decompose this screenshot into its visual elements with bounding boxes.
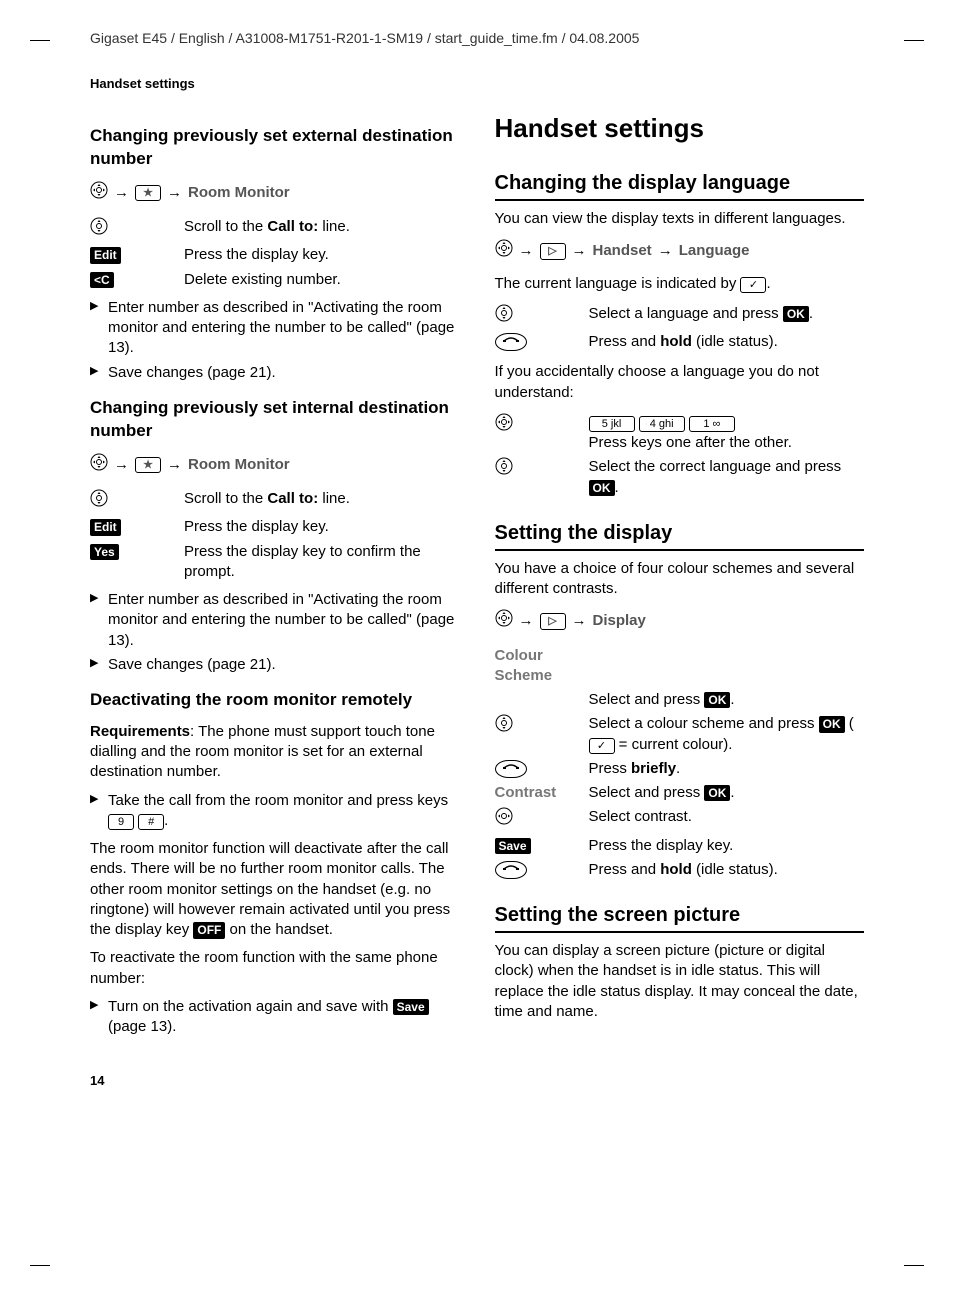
nav-wheel-icon bbox=[90, 489, 108, 513]
right-column: Handset settings Changing the display la… bbox=[495, 111, 865, 1043]
nav-wheel-icon bbox=[495, 239, 513, 263]
paragraph: Requirements: The phone must support tou… bbox=[90, 722, 460, 783]
instruction-table: Select a language and press OK. Press an… bbox=[495, 302, 819, 355]
clear-key: <C bbox=[90, 272, 114, 288]
star-box-icon: ★ bbox=[135, 185, 161, 201]
arrow-icon: → bbox=[658, 241, 673, 261]
heading-screen-picture: Setting the screen picture bbox=[495, 902, 865, 933]
arrow-icon: → bbox=[114, 455, 129, 475]
star-box-icon: ★ bbox=[135, 457, 161, 473]
menu-box-icon: ▷ bbox=[540, 243, 566, 259]
bullet-list: Enter number as described in "Activating… bbox=[90, 590, 460, 675]
running-head: Handset settings bbox=[70, 76, 884, 91]
crop-mark bbox=[30, 40, 50, 42]
hangup-icon bbox=[495, 760, 527, 778]
nav-wheel-icon bbox=[90, 217, 108, 241]
nav-wheel-icon bbox=[495, 457, 513, 481]
off-key: OFF bbox=[193, 922, 225, 938]
page-title: Handset settings bbox=[495, 111, 865, 146]
heading-display: Setting the display bbox=[495, 520, 865, 551]
columns: Changing previously set external destina… bbox=[70, 111, 884, 1043]
hangup-icon bbox=[495, 333, 527, 351]
nav-path: → ★ → Room Monitor bbox=[90, 453, 460, 477]
check-box-icon: ✓ bbox=[740, 277, 766, 293]
nav-wheel-icon bbox=[495, 413, 513, 437]
list-item: Enter number as described in "Activating… bbox=[90, 298, 460, 359]
menu-box-icon: ▷ bbox=[540, 613, 566, 629]
ok-key: OK bbox=[819, 716, 845, 732]
heading-ext-dest: Changing previously set external destina… bbox=[90, 125, 460, 171]
list-item: Enter number as described in "Activating… bbox=[90, 590, 460, 651]
ok-key: OK bbox=[704, 692, 730, 708]
ok-key: OK bbox=[589, 480, 615, 496]
nav-wheel-icon bbox=[495, 807, 513, 831]
paragraph: You can display a screen picture (pictur… bbox=[495, 941, 865, 1022]
list-item: Turn on the activation again and save wi… bbox=[90, 997, 460, 1038]
instruction-table: 5 jkl 4 ghi 1 ∞ Press keys one after the… bbox=[495, 411, 865, 500]
save-key: Save bbox=[393, 999, 429, 1015]
list-item: Take the call from the room monitor and … bbox=[90, 791, 460, 832]
page-number: 14 bbox=[70, 1073, 884, 1088]
arrow-icon: → bbox=[519, 611, 534, 631]
nav-path-item: Room Monitor bbox=[188, 455, 290, 475]
arrow-icon: → bbox=[167, 455, 182, 475]
yes-key: Yes bbox=[90, 544, 119, 560]
nav-path: → ▷ → Display bbox=[495, 609, 865, 633]
colour-scheme-label: Colour Scheme bbox=[495, 644, 589, 689]
crop-mark bbox=[904, 1265, 924, 1267]
nav-wheel-icon bbox=[90, 453, 108, 477]
arrow-icon: → bbox=[572, 241, 587, 261]
nav-path-item: Handset bbox=[593, 241, 652, 261]
one-key: 1 ∞ bbox=[689, 416, 735, 432]
nav-path-item: Room Monitor bbox=[188, 183, 290, 203]
ok-key: OK bbox=[704, 785, 730, 801]
bullet-list: Take the call from the room monitor and … bbox=[90, 791, 460, 832]
nav-path-item: Language bbox=[679, 241, 750, 261]
arrow-icon: → bbox=[519, 241, 534, 261]
save-key: Save bbox=[495, 838, 531, 854]
hash-key: # bbox=[138, 814, 164, 830]
contrast-label: Contrast bbox=[495, 781, 589, 805]
nav-wheel-icon bbox=[90, 181, 108, 205]
nav-wheel-icon bbox=[495, 609, 513, 633]
crop-mark bbox=[30, 1265, 50, 1267]
instruction-table: Colour Scheme Select and press OK. Selec… bbox=[495, 644, 865, 883]
check-box-icon: ✓ bbox=[589, 738, 615, 754]
edit-key: Edit bbox=[90, 247, 121, 263]
four-key: 4 ghi bbox=[639, 416, 685, 432]
instruction-table: Scroll to the Call to: line. Edit Press … bbox=[90, 487, 460, 584]
paragraph: If you accidentally choose a language yo… bbox=[495, 362, 865, 403]
nav-path-item: Display bbox=[593, 611, 646, 631]
nav-path: → ★ → Room Monitor bbox=[90, 181, 460, 205]
nine-key: 9 bbox=[108, 814, 134, 830]
header-line: Gigaset E45 / English / A31008-M1751-R20… bbox=[70, 30, 884, 46]
page: Gigaset E45 / English / A31008-M1751-R20… bbox=[0, 0, 954, 1307]
instruction-table: Scroll to the Call to: line. Edit Press … bbox=[90, 215, 356, 292]
heading-language: Changing the display language bbox=[495, 170, 865, 201]
crop-mark bbox=[904, 40, 924, 42]
arrow-icon: → bbox=[167, 183, 182, 203]
heading-int-dest: Changing previously set internal destina… bbox=[90, 397, 460, 443]
nav-wheel-icon bbox=[495, 304, 513, 328]
bullet-list: Turn on the activation again and save wi… bbox=[90, 997, 460, 1038]
bullet-list: Enter number as described in "Activating… bbox=[90, 298, 460, 383]
left-column: Changing previously set external destina… bbox=[90, 111, 460, 1043]
paragraph: You can view the display texts in differ… bbox=[495, 209, 865, 229]
five-key: 5 jkl bbox=[589, 416, 635, 432]
list-item: Save changes (page 21). bbox=[90, 655, 460, 675]
edit-key: Edit bbox=[90, 519, 121, 535]
list-item: Save changes (page 21). bbox=[90, 363, 460, 383]
arrow-icon: → bbox=[114, 183, 129, 203]
arrow-icon: → bbox=[572, 611, 587, 631]
nav-wheel-icon bbox=[495, 714, 513, 738]
hangup-icon bbox=[495, 861, 527, 879]
nav-path: → ▷ → Handset → Language bbox=[495, 239, 865, 263]
paragraph: You have a choice of four colour schemes… bbox=[495, 559, 865, 600]
heading-deactivate: Deactivating the room monitor remotely bbox=[90, 689, 460, 712]
paragraph: To reactivate the room function with the… bbox=[90, 948, 460, 989]
paragraph: The room monitor function will deactivat… bbox=[90, 839, 460, 940]
ok-key: OK bbox=[783, 306, 809, 322]
paragraph: The current language is indicated by ✓. bbox=[495, 274, 865, 294]
